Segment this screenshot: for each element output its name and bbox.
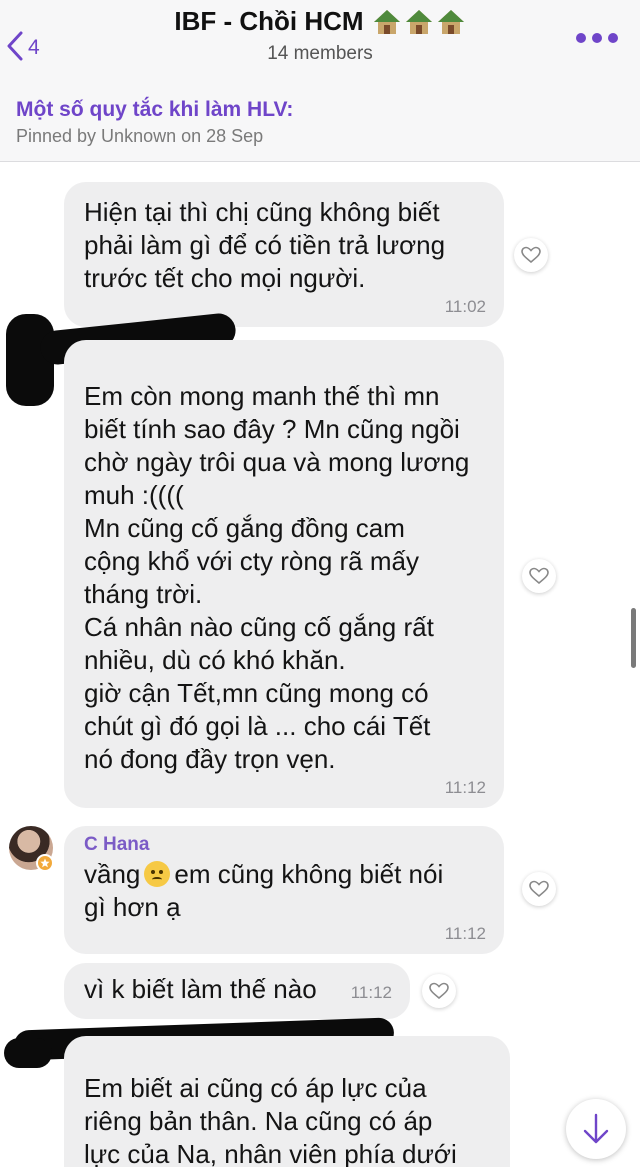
member-count: 14 members (267, 43, 373, 64)
redacted-avatar (4, 1038, 52, 1068)
message-bubble[interactable]: vì k biết làm thế nào 11:12 (64, 963, 410, 1019)
message-bubble[interactable]: Em biết ai cũng có áp lực của riêng bản … (64, 1036, 510, 1167)
message-time: 11:12 (444, 778, 486, 797)
message-text: vì k biết làm thế nào (84, 974, 317, 1004)
message-text-part: vầng (84, 859, 141, 889)
message-text: Em còn mong manh thế thì mn biết tính sa… (84, 381, 470, 774)
sender-name[interactable]: C Hana (84, 834, 484, 856)
dot-icon (608, 33, 618, 43)
message-time: 11:02 (444, 297, 486, 316)
heart-icon (521, 246, 541, 264)
arrow-down-icon (583, 1113, 609, 1144)
house-icon (437, 9, 464, 34)
house-icon (373, 9, 400, 34)
sad-face-icon (144, 861, 171, 887)
pinned-subtitle: Pinned by Unknown on 28 Sep (16, 126, 264, 146)
message-text-part: gì hơn ạ (84, 892, 181, 922)
heart-icon (429, 982, 449, 1000)
pinned-message-bar[interactable]: Một số quy tắc khi làm HLV: Pinned by Un… (0, 86, 640, 162)
scrollbar[interactable] (631, 608, 636, 668)
message-bubble[interactable]: Hiện tại thì chị cũng không biết phải là… (64, 182, 504, 327)
like-button[interactable] (522, 559, 556, 593)
dot-icon (592, 33, 602, 43)
chat-title-area[interactable]: IBF - Chồi HCM 14 members (0, 6, 640, 65)
chat-header: 4 IBF - Chồi HCM 14 members (0, 0, 640, 86)
house-icon (405, 9, 432, 34)
pinned-title: Một số quy tắc khi làm HLV: (16, 98, 294, 121)
admin-badge (36, 854, 54, 872)
message-text: Hiện tại thì chị cũng không biết phải là… (84, 197, 446, 293)
message-text: vầng em cũng không biết nói gì hơn ạ (84, 858, 484, 924)
star-icon (40, 858, 50, 868)
heart-icon (529, 880, 549, 898)
scroll-to-bottom-button[interactable] (566, 1099, 626, 1159)
message-bubble[interactable]: C Hana vầng em cũng không biết nói gì hơn … (64, 826, 504, 954)
like-button[interactable] (422, 974, 456, 1008)
message-bubble[interactable]: Em còn mong manh thế thì mn biết tính sa… (64, 340, 504, 808)
message-time: 11:12 (444, 924, 486, 943)
chat-title: IBF - Chồi HCM (174, 6, 364, 36)
message-text: Em biết ai cũng có áp lực của riêng bản … (84, 1073, 457, 1167)
chat-area[interactable]: Hiện tại thì chị cũng không biết phải là… (0, 162, 640, 1167)
house-emojis (372, 8, 466, 36)
heart-icon (529, 567, 549, 585)
like-button[interactable] (522, 872, 556, 906)
message-text-part: em cũng không biết nói (174, 859, 444, 889)
dot-icon (576, 33, 586, 43)
message-time: 11:12 (350, 983, 392, 1002)
like-button[interactable] (514, 238, 548, 272)
more-options-button[interactable] (576, 33, 618, 43)
